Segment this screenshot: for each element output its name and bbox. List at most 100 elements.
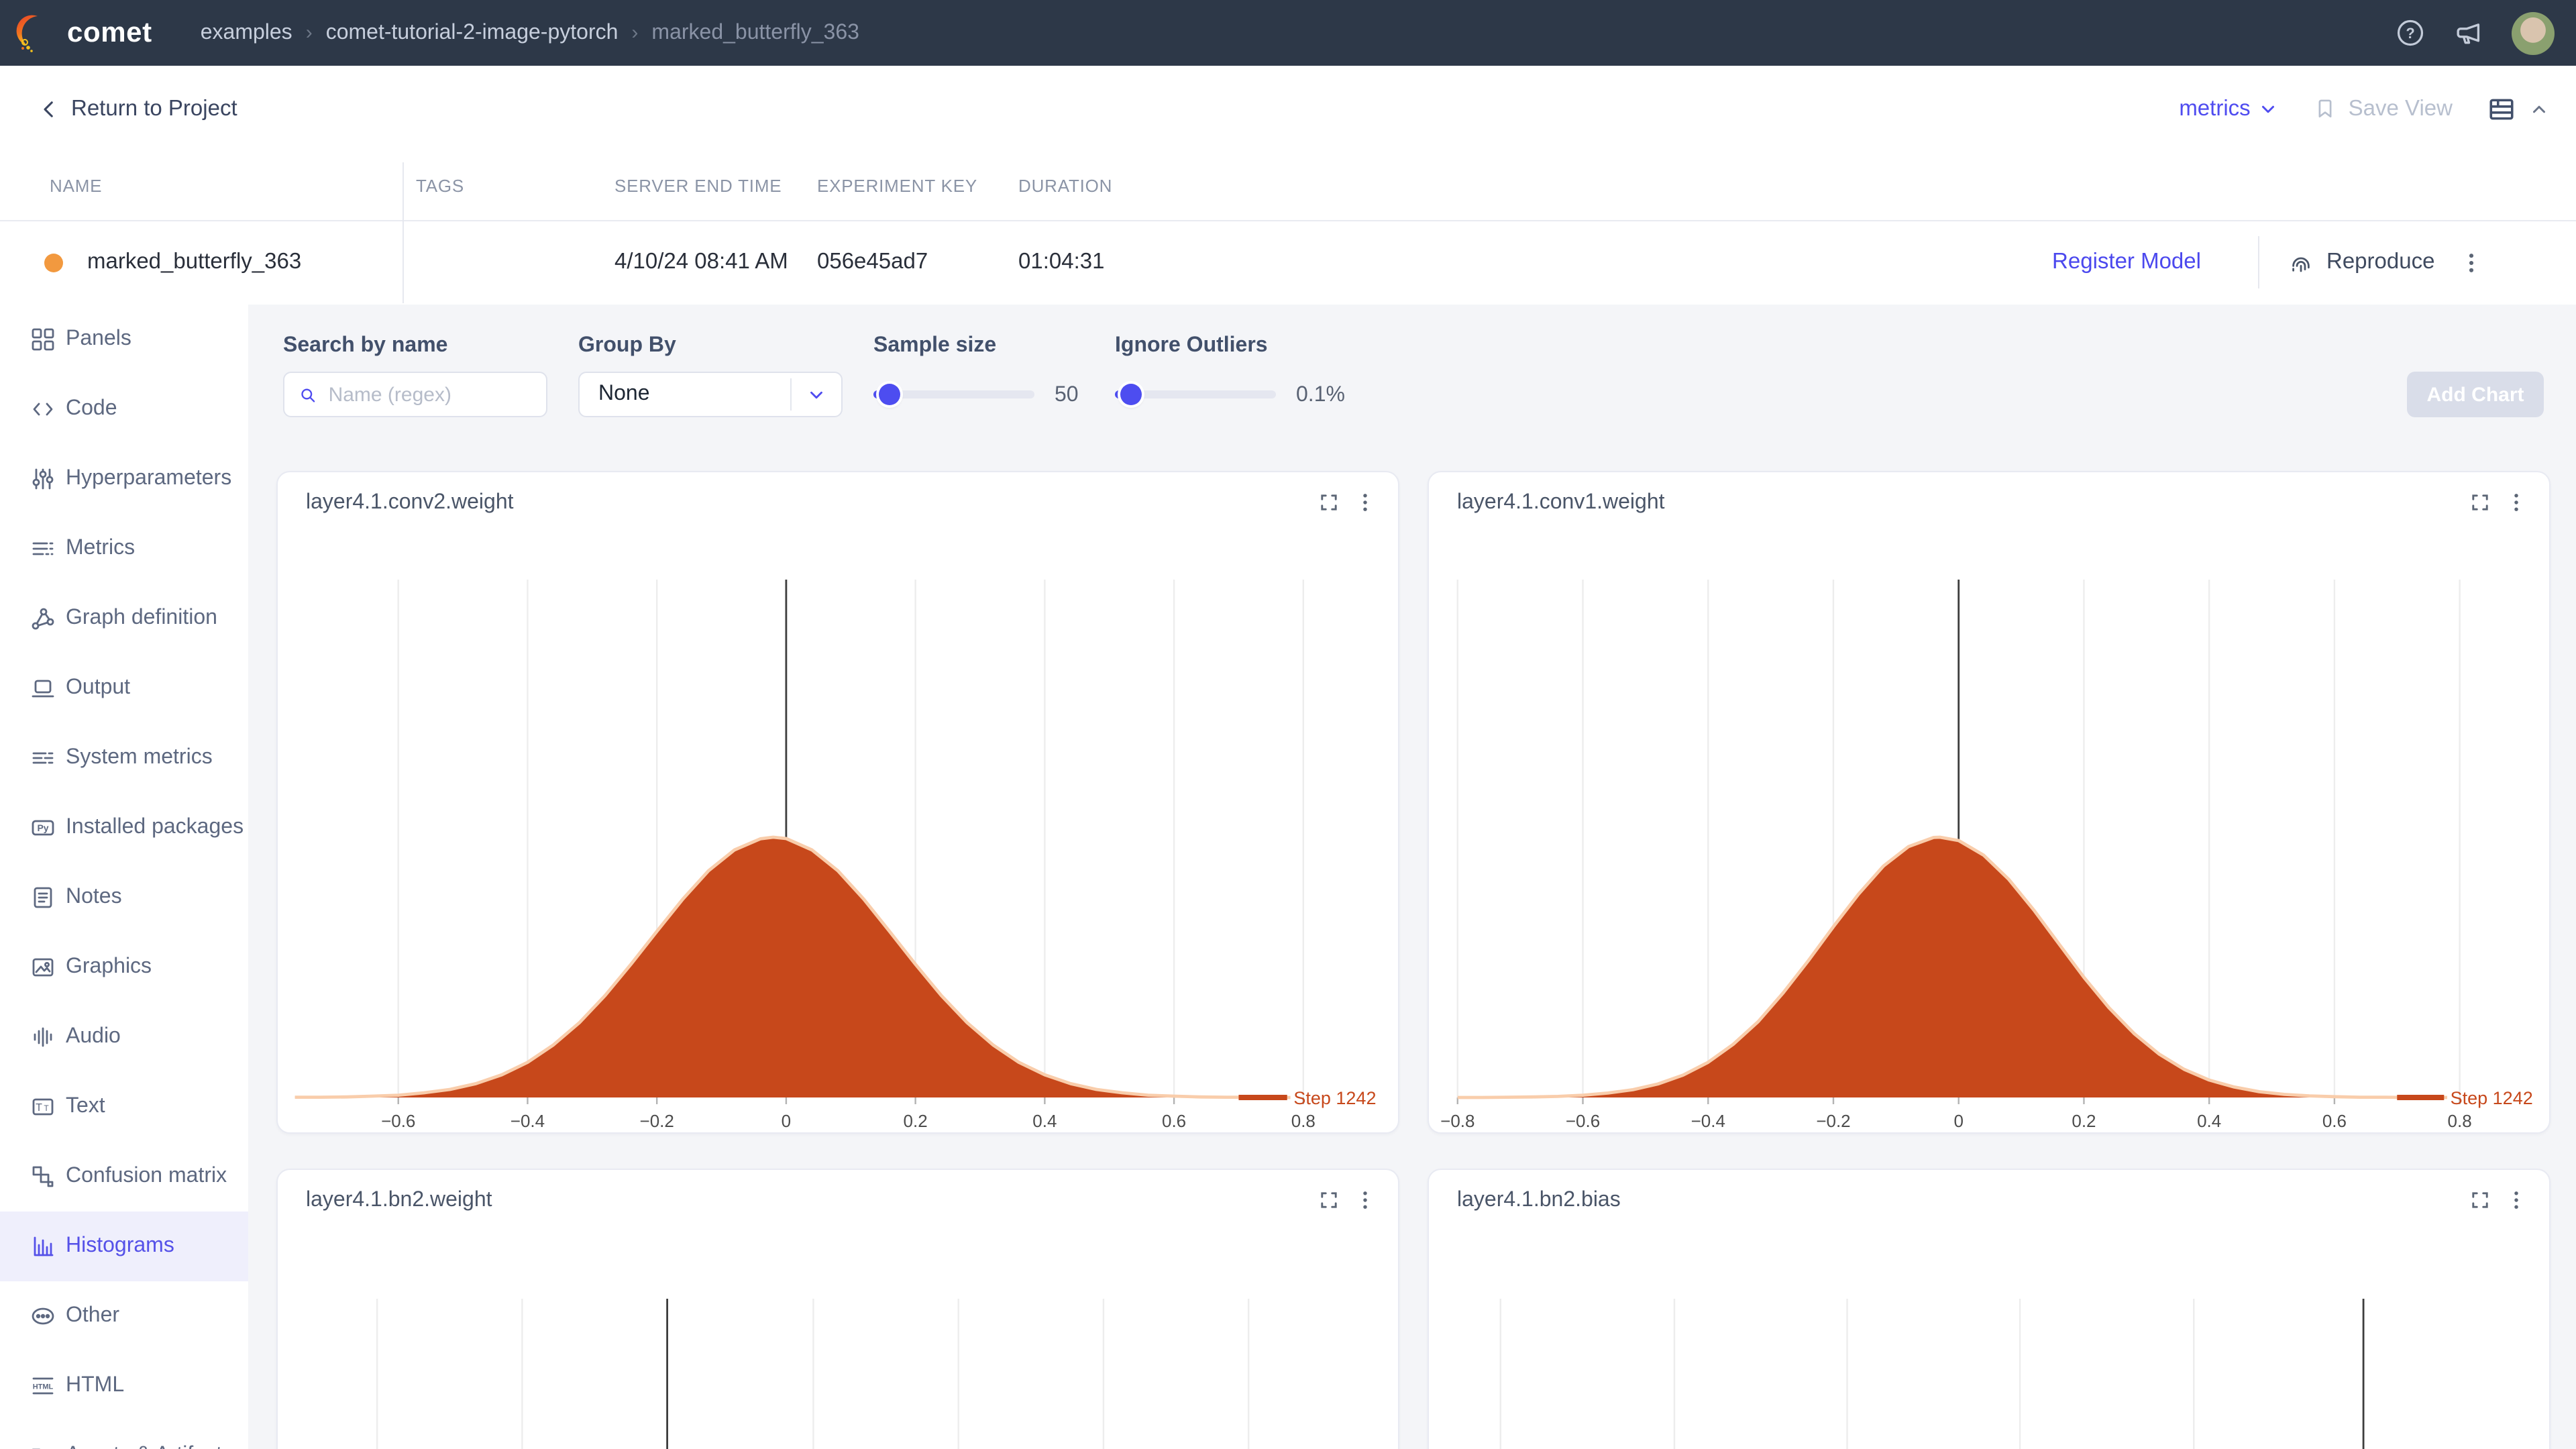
chevron-down-icon bbox=[806, 384, 826, 405]
chart-card-conv2-weight: layer4.1.conv2.weight −0.6−0.4−0.200.20.… bbox=[276, 471, 1399, 1134]
sidebar-item-output[interactable]: Output bbox=[0, 653, 248, 723]
row-kebab-menu-icon[interactable] bbox=[2459, 250, 2483, 274]
sidebar-item-html[interactable]: HTML HTML bbox=[0, 1351, 248, 1421]
system-metrics-icon bbox=[30, 745, 56, 771]
installed-packages-icon: Py bbox=[30, 814, 56, 841]
expand-chart-icon[interactable] bbox=[2469, 1189, 2491, 1212]
sidebar-item-other[interactable]: Other bbox=[0, 1281, 248, 1351]
experiment-key-link[interactable]: 056e45ad7 bbox=[804, 250, 1005, 275]
sidebar-item-label: Panels bbox=[66, 327, 131, 352]
sidebar-item-histograms[interactable]: Histograms bbox=[0, 1212, 248, 1281]
histogram-plot bbox=[305, 1275, 1371, 1449]
assets-icon bbox=[30, 1442, 56, 1449]
group-by-select[interactable]: None bbox=[578, 372, 843, 417]
svg-text:−0.2: −0.2 bbox=[1816, 1111, 1850, 1131]
search-icon bbox=[298, 383, 318, 406]
sidebar-item-text[interactable]: TT Text bbox=[0, 1072, 248, 1142]
expand-chart-icon[interactable] bbox=[1318, 491, 1340, 514]
reproduce-label: Reproduce bbox=[2326, 250, 2434, 275]
search-input[interactable] bbox=[329, 383, 533, 406]
svg-text:0.4: 0.4 bbox=[2197, 1111, 2221, 1131]
chart-title: layer4.1.bn2.bias bbox=[1457, 1189, 1621, 1213]
histogram-plot bbox=[1456, 1275, 2522, 1449]
step-legend-label: Step 1242 bbox=[1293, 1088, 1376, 1108]
view-toolbar: Return to Project metrics Save View bbox=[0, 66, 2576, 152]
table-row[interactable]: marked_butterfly_363 4/10/24 08:41 AM 05… bbox=[0, 221, 2576, 303]
svg-text:−0.4: −0.4 bbox=[1691, 1111, 1725, 1131]
announcements-icon[interactable] bbox=[2453, 17, 2485, 49]
column-header-server-end-time[interactable]: SERVER END TIME bbox=[601, 176, 804, 196]
breadcrumb-separator-icon bbox=[631, 21, 638, 44]
breadcrumb-project[interactable]: comet-tutorial-2-image-pytorch bbox=[326, 21, 619, 45]
sidebar-item-system-metrics[interactable]: System metrics bbox=[0, 723, 248, 793]
svg-text:?: ? bbox=[2405, 25, 2414, 42]
sidebar-item-audio[interactable]: Audio bbox=[0, 1002, 248, 1072]
sidebar-item-label: Notes bbox=[66, 885, 122, 910]
ignore-outliers-value: 0.1% bbox=[1296, 384, 1345, 408]
chart-kebab-menu-icon[interactable] bbox=[1354, 1189, 1377, 1212]
chart-kebab-menu-icon[interactable] bbox=[1354, 491, 1377, 514]
expand-chart-icon[interactable] bbox=[1318, 1189, 1340, 1212]
confusion-matrix-icon bbox=[30, 1163, 56, 1190]
table-view-toggle[interactable] bbox=[2487, 95, 2549, 123]
ignore-outliers-slider-thumb[interactable] bbox=[1120, 384, 1142, 405]
sidebar-item-installed-packages[interactable]: Py Installed packages bbox=[0, 793, 248, 863]
other-icon bbox=[30, 1303, 56, 1330]
ignore-outliers-slider[interactable] bbox=[1115, 390, 1276, 398]
sample-size-slider-thumb[interactable] bbox=[879, 384, 900, 405]
group-by-label: Group By bbox=[578, 334, 676, 358]
search-input-wrapper bbox=[283, 372, 547, 417]
svg-text:0.2: 0.2 bbox=[904, 1111, 928, 1131]
output-icon bbox=[30, 675, 56, 702]
actions-divider bbox=[2258, 236, 2259, 288]
expand-chart-icon[interactable] bbox=[2469, 491, 2491, 514]
sidebar-item-graph-definition[interactable]: Graph definition bbox=[0, 584, 248, 653]
top-navbar: comet examples comet-tutorial-2-image-py… bbox=[0, 0, 2576, 66]
sidebar-item-hyperparameters[interactable]: Hyperparameters bbox=[0, 444, 248, 514]
column-header-name[interactable]: NAME bbox=[0, 176, 402, 196]
bookmark-icon bbox=[2314, 97, 2338, 121]
return-to-project-button[interactable]: Return to Project bbox=[38, 96, 237, 121]
experiment-sidebar: Panels Code Hyperparameters Metrics Grap… bbox=[0, 305, 248, 1449]
step-legend-label: Step 1242 bbox=[2451, 1088, 2533, 1108]
column-header-experiment-key[interactable]: EXPERIMENT KEY bbox=[804, 176, 1005, 196]
comet-logo[interactable]: comet bbox=[16, 13, 152, 53]
sidebar-item-metrics[interactable]: Metrics bbox=[0, 514, 248, 584]
breadcrumb-workspace[interactable]: examples bbox=[201, 21, 292, 45]
select-chevron-wrapper bbox=[790, 378, 841, 411]
svg-text:0.2: 0.2 bbox=[2072, 1111, 2096, 1131]
column-header-duration[interactable]: DURATION bbox=[1005, 176, 2576, 196]
reproduce-button[interactable]: Reproduce bbox=[2288, 249, 2434, 276]
comet-logo-icon bbox=[16, 13, 56, 53]
save-view-button[interactable]: Save View bbox=[2314, 96, 2453, 121]
svg-text:0: 0 bbox=[1953, 1111, 1963, 1131]
sidebar-item-code[interactable]: Code bbox=[0, 374, 248, 444]
user-avatar[interactable] bbox=[2512, 11, 2555, 54]
table-icon bbox=[2487, 95, 2516, 123]
experiment-table: NAME TAGS SERVER END TIME EXPERIMENT KEY… bbox=[0, 152, 2576, 305]
sidebar-item-graphics[interactable]: Graphics bbox=[0, 932, 248, 1002]
graphics-icon bbox=[30, 954, 56, 981]
svg-text:Py: Py bbox=[37, 822, 48, 833]
sidebar-item-confusion-matrix[interactable]: Confusion matrix bbox=[0, 1142, 248, 1212]
notes-icon bbox=[30, 884, 56, 911]
register-model-button[interactable]: Register Model bbox=[2019, 250, 2234, 275]
svg-text:−0.4: −0.4 bbox=[511, 1111, 545, 1131]
sidebar-item-notes[interactable]: Notes bbox=[0, 863, 248, 932]
help-icon[interactable]: ? bbox=[2394, 17, 2426, 49]
column-header-tags[interactable]: TAGS bbox=[402, 176, 601, 196]
sample-size-slider[interactable] bbox=[873, 390, 1034, 398]
chart-kebab-menu-icon[interactable] bbox=[2505, 1189, 2528, 1212]
sidebar-item-label: System metrics bbox=[66, 746, 213, 770]
sidebar-item-label: Installed packages bbox=[66, 816, 244, 840]
sidebar-item-label: Output bbox=[66, 676, 130, 700]
sidebar-item-panels[interactable]: Panels bbox=[0, 305, 248, 374]
sidebar-item-label: Metrics bbox=[66, 537, 135, 561]
sidebar-item-assets-artifacts[interactable]: Assets & Artifacts bbox=[0, 1421, 248, 1449]
add-chart-button[interactable]: Add Chart bbox=[2407, 372, 2544, 417]
search-by-name-label: Search by name bbox=[283, 334, 447, 358]
chart-kebab-menu-icon[interactable] bbox=[2505, 491, 2528, 514]
view-select-dropdown[interactable]: metrics bbox=[2179, 96, 2278, 121]
chart-card-conv1-weight: layer4.1.conv1.weight −0.8−0.6−0.4−0.200… bbox=[1428, 471, 2551, 1134]
text-icon: TT bbox=[30, 1093, 56, 1120]
